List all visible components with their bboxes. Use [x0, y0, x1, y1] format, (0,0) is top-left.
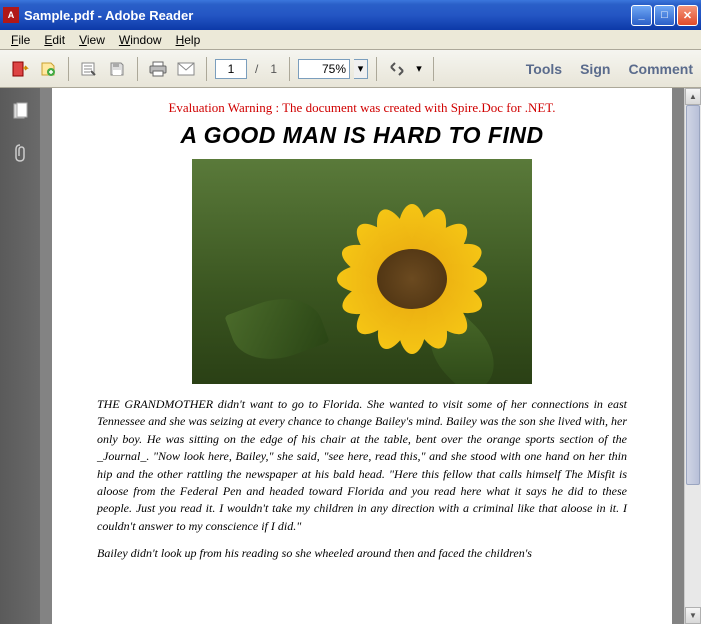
page-number-input[interactable] [215, 59, 247, 79]
minimize-button[interactable]: _ [631, 5, 652, 26]
zoom-input[interactable] [298, 59, 350, 79]
menu-edit[interactable]: Edit [37, 31, 72, 49]
page-total: 1 [270, 62, 277, 76]
toolbar-separator [289, 57, 290, 81]
export-pdf-icon[interactable] [8, 57, 32, 81]
page-separator: / [255, 62, 258, 76]
vertical-scrollbar: ▲ ▼ [684, 88, 701, 624]
window-title: Sample.pdf - Adobe Reader [24, 8, 629, 23]
sign-button[interactable]: Sign [580, 61, 610, 77]
create-pdf-icon[interactable] [36, 57, 60, 81]
toolbar-separator [433, 57, 434, 81]
save-icon[interactable] [105, 57, 129, 81]
scroll-up-button[interactable]: ▲ [685, 88, 701, 105]
toolbar-separator [376, 57, 377, 81]
menu-file[interactable]: File [4, 31, 37, 49]
print-icon[interactable] [146, 57, 170, 81]
document-title: A GOOD MAN IS HARD TO FIND [97, 122, 627, 149]
scroll-down-button[interactable]: ▼ [685, 607, 701, 624]
sunflower-image [192, 159, 532, 384]
app-icon: A [3, 7, 19, 23]
toolbar: / 1 ▾ ▾ Tools Sign Comment [0, 50, 701, 88]
scroll-thumb[interactable] [686, 105, 700, 485]
thumbnails-tab-icon[interactable] [7, 98, 33, 124]
document-area: Evaluation Warning : The document was cr… [40, 88, 701, 624]
paragraph-2: Bailey didn't look up from his reading s… [97, 545, 627, 562]
close-button[interactable]: ✕ [677, 5, 698, 26]
document-canvas[interactable]: Evaluation Warning : The document was cr… [40, 88, 684, 624]
maximize-button[interactable]: □ [654, 5, 675, 26]
menu-window[interactable]: Window [112, 31, 169, 49]
tools-button[interactable]: Tools [526, 61, 562, 77]
evaluation-warning: Evaluation Warning : The document was cr… [97, 100, 627, 116]
sidebar [0, 88, 40, 624]
toolbar-separator [206, 57, 207, 81]
titlebar: A Sample.pdf - Adobe Reader _ □ ✕ [0, 0, 701, 30]
comment-button[interactable]: Comment [628, 61, 693, 77]
zoom-dropdown-icon[interactable]: ▾ [354, 59, 368, 79]
toolbar-separator [137, 57, 138, 81]
menubar: File Edit View Window Help [0, 30, 701, 50]
paragraph-1: THE GRANDMOTHER didn't want to go to Flo… [97, 396, 627, 535]
open-icon[interactable] [77, 57, 101, 81]
email-icon[interactable] [174, 57, 198, 81]
menu-view[interactable]: View [72, 31, 112, 49]
read-mode-icon[interactable] [385, 57, 409, 81]
scroll-track[interactable] [685, 105, 701, 607]
read-mode-dropdown-icon[interactable]: ▾ [413, 62, 425, 75]
attachments-tab-icon[interactable] [7, 140, 33, 166]
pdf-page: Evaluation Warning : The document was cr… [52, 88, 672, 624]
toolbar-separator [68, 57, 69, 81]
content-area: Evaluation Warning : The document was cr… [0, 88, 701, 624]
menu-help[interactable]: Help [169, 31, 208, 49]
